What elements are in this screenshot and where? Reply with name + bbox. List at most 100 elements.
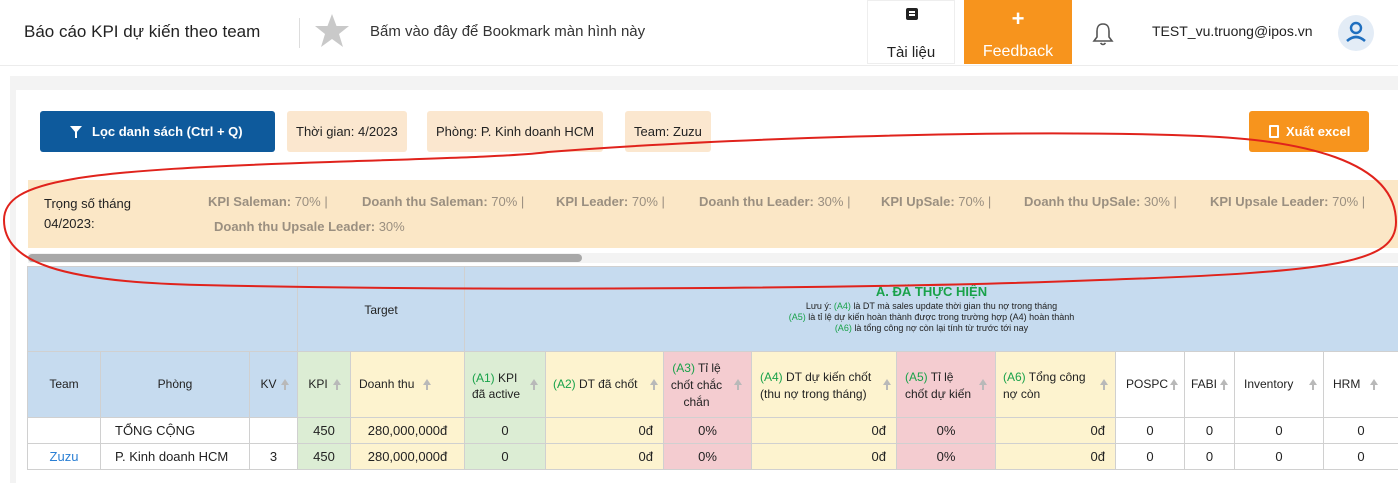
note-line-1: Lưu ý: (A4) là DT mà sales update thời g… (805, 301, 1058, 311)
table-row-cell: 0đ (752, 418, 897, 444)
table-row-cell: 0đ (752, 444, 897, 470)
col-a4-label: (A4) DT dự kiến chốt (thu nợ trong tháng… (760, 370, 872, 401)
table-row-cell: 0 (1324, 418, 1398, 444)
export-excel-button[interactable]: Xuất excel (1249, 111, 1369, 152)
table-row-cell: 0% (664, 418, 752, 444)
table-row-cell: 0đ (546, 418, 664, 444)
sort-arrow-icon[interactable] (1170, 379, 1178, 390)
table-row-cell: 0 (1324, 444, 1398, 470)
divider (299, 18, 300, 48)
page-title: Báo cáo KPI dự kiến theo team (24, 22, 261, 41)
col-kpi[interactable]: KPI (298, 352, 351, 418)
sort-arrow-icon[interactable] (423, 379, 431, 390)
sort-arrow-icon[interactable] (1370, 379, 1378, 390)
col-hrm[interactable]: HRM (1324, 352, 1398, 418)
docs-button[interactable]: Tài liệu (867, 0, 955, 64)
col-kv[interactable]: KV (250, 352, 298, 418)
table-row-cell: 280,000,000đ (351, 444, 465, 470)
table-row-cell: 0đ (546, 444, 664, 470)
col-a4[interactable]: (A4) DT dự kiến chốt (thu nợ trong tháng… (752, 352, 897, 418)
table-row-cell: 0đ (996, 418, 1116, 444)
sort-arrow-icon[interactable] (979, 379, 987, 390)
bookmark-link[interactable]: Bấm vào đây để Bookmark màn hình này (370, 23, 645, 40)
total-label: TỔNG CỘNG (101, 418, 250, 444)
weight-revenue-leader: Doanh thu Leader: 30% | (699, 194, 851, 209)
sort-arrow-icon[interactable] (1220, 379, 1228, 390)
col-a3[interactable]: (A3) Tỉ lệ chốt chắc chắn (664, 352, 752, 418)
horizontal-scrollbar-thumb[interactable] (28, 254, 582, 262)
filter-chip-time[interactable]: Thời gian: 4/2023 (287, 111, 407, 152)
sort-arrow-icon[interactable] (333, 379, 341, 390)
table-row-cell: 0 (1235, 418, 1324, 444)
table-row-cell: 0% (897, 418, 996, 444)
feedback-button[interactable]: + Feedback (964, 0, 1072, 64)
table-row-cell: 0 (1116, 418, 1185, 444)
filter-list-label: Lọc danh sách (Ctrl + Q) (92, 124, 243, 139)
col-a5[interactable]: (A5) Tỉ lệ chốt dự kiến (897, 352, 996, 418)
sort-arrow-icon[interactable] (650, 379, 658, 390)
col-a1[interactable]: (A1) KPI đã active (465, 352, 546, 418)
note-line-2: (A5) là tỉ lệ dự kiến hoàn thành được tr… (788, 312, 1075, 322)
col-phong[interactable]: Phòng (101, 352, 250, 418)
table-row-cell: 0% (897, 444, 996, 470)
col-team[interactable]: Team (27, 352, 101, 418)
col-phong-label: Phòng (157, 377, 193, 391)
weight-kpi-leader: KPI Leader: 70% | (556, 194, 665, 209)
col-doanhthu[interactable]: Doanh thu (351, 352, 465, 418)
col-kv-label: KV (260, 377, 277, 391)
weight-revenue-upsale: Doanh thu UpSale: 30% | (1024, 194, 1177, 209)
export-excel-label: Xuất excel (1286, 124, 1351, 139)
table-row-cell: 0 (1185, 444, 1235, 470)
col-a2-label: (A2) DT đã chốt (553, 377, 638, 391)
table-row-cell (27, 418, 101, 444)
sort-arrow-icon[interactable] (1309, 379, 1317, 390)
note-line-3: (A6) là tổng công nợ còn lại tính từ trư… (834, 323, 1029, 333)
section-done-title: A. ĐÃ THỰC HIỆN (875, 284, 988, 299)
table-row-cell: 0 (465, 418, 546, 444)
table-row-cell: 0% (664, 444, 752, 470)
file-icon (1269, 125, 1279, 138)
col-team-label: Team (49, 377, 79, 391)
bookmark-star-icon[interactable] (313, 12, 351, 50)
filter-chip-team[interactable]: Team: Zuzu (625, 111, 711, 152)
table-row-cell: 450 (298, 444, 351, 470)
header-target-group: Target (298, 266, 465, 352)
top-bar: Báo cáo KPI dự kiến theo team Bấm vào đâ… (0, 0, 1398, 66)
bell-icon[interactable] (1091, 21, 1115, 47)
avatar[interactable] (1338, 15, 1374, 51)
sort-arrow-icon[interactable] (734, 379, 742, 390)
col-a1-label: (A1) KPI đã active (472, 371, 521, 401)
docs-button-label: Tài liệu (886, 44, 936, 61)
col-inventory[interactable]: Inventory (1235, 352, 1324, 418)
table-row-cell: 0 (1116, 444, 1185, 470)
sort-arrow-icon[interactable] (1100, 379, 1108, 390)
filter-chip-dept[interactable]: Phòng: P. Kinh doanh HCM (427, 111, 604, 152)
table-row-cell (250, 418, 298, 444)
filter-icon (70, 126, 82, 138)
table-row-cell: 0 (1235, 444, 1324, 470)
sort-arrow-icon[interactable] (530, 379, 538, 390)
sort-arrow-icon[interactable] (883, 379, 891, 390)
weight-revenue-upsale-leader: Doanh thu Upsale Leader: 30% (214, 219, 405, 234)
col-a5-label: (A5) Tỉ lệ chốt dự kiến (905, 370, 972, 401)
filter-list-button[interactable]: Lọc danh sách (Ctrl + Q) (40, 111, 275, 152)
weight-kpi-saleman: KPI Saleman: 70% | (208, 194, 328, 209)
col-kpi-label: KPI (308, 377, 328, 391)
user-icon (1346, 21, 1366, 43)
col-fabi[interactable]: FABI (1185, 352, 1235, 418)
plus-icon: + (1011, 6, 1025, 31)
user-email[interactable]: TEST_vu.truong@ipos.vn (1152, 23, 1313, 39)
header-done-group: A. ĐÃ THỰC HIỆN Lưu ý: (A4) là DT mà sal… (465, 266, 1398, 352)
col-a6[interactable]: (A6) Tổng công nợ còn (996, 352, 1116, 418)
col-a2[interactable]: (A2) DT đã chốt (546, 352, 664, 418)
monthly-weights-banner: Trọng số tháng 04/2023: KPI Saleman: 70%… (28, 180, 1398, 248)
col-doanhthu-label: Doanh thu (359, 377, 415, 391)
team-link[interactable]: Zuzu (27, 444, 101, 470)
col-pospc[interactable]: POSPC (1116, 352, 1185, 418)
weights-title: Trọng số tháng 04/2023: (44, 196, 131, 231)
table-row-cell: P. Kinh doanh HCM (101, 444, 250, 470)
header-blank (27, 266, 298, 352)
table-row-cell: 3 (250, 444, 298, 470)
sort-arrow-icon[interactable] (281, 379, 289, 390)
col-a3-label: (A3) Tỉ lệ chốt chắc chắn (670, 361, 723, 409)
